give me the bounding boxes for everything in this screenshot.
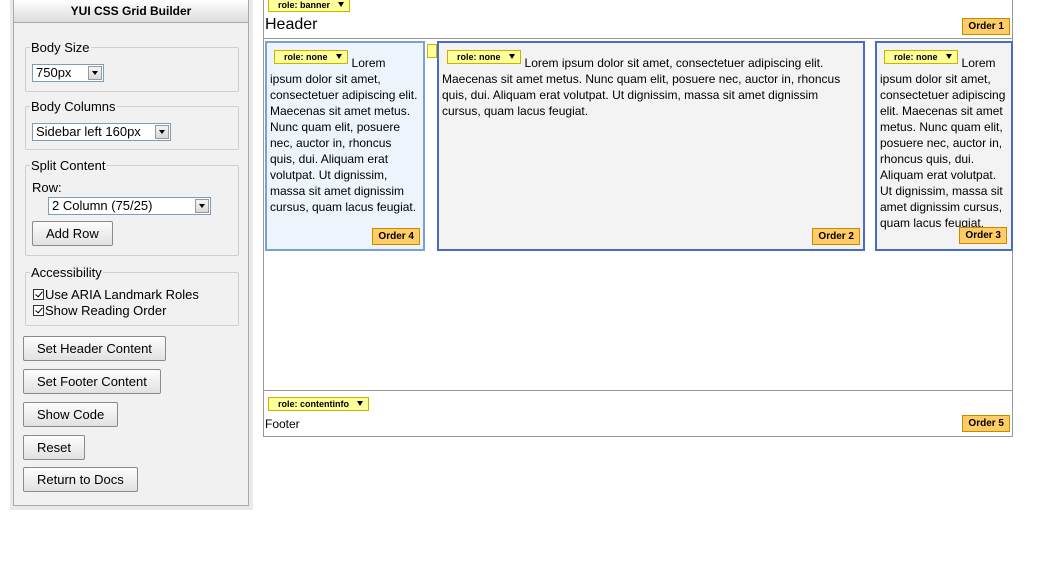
chevron-down-icon [195,199,209,213]
builder-panel: YUI CSS Grid Builder Body Size 750px Bod… [10,0,253,510]
reading-order-label: Show Reading Order [45,303,167,318]
accessibility-legend: Accessibility [31,265,102,280]
header-region[interactable]: role: banner Header Order 1 [264,0,1012,39]
header-order-badge: Order 1 [962,18,1010,35]
row-value: 2 Column (75/25) [52,198,153,213]
main-role-dropdown[interactable]: role: none [447,50,521,64]
header-role-label: role: banner [278,0,331,10]
right-unit[interactable]: role: none Lorem ipsum dolor sit amet, c… [875,41,1013,251]
aria-roles-checkbox[interactable]: Use ARIA Landmark Roles [33,287,199,302]
sidebar-order-badge: Order 4 [372,228,420,245]
body-columns-select[interactable]: Sidebar left 160px [32,123,171,141]
footer-role-label: role: contentinfo [278,399,349,409]
row-select[interactable]: 2 Column (75/25) [48,197,211,215]
chevron-down-icon [88,66,102,80]
caret-down-icon [945,54,952,59]
grid-canvas: role: banner Header Order 1 role: none L… [263,0,1013,437]
footer-order-badge: Order 5 [962,415,1010,432]
footer-region[interactable]: role: contentinfo Footer Order 5 [264,392,1012,436]
split-content-legend: Split Content [31,158,106,173]
set-header-button[interactable]: Set Header Content [23,336,166,361]
chevron-down-icon [155,125,169,139]
main-unit[interactable]: role: none Lorem ipsum dolor sit amet, c… [437,41,865,251]
body-columns-legend: Body Columns [31,99,116,114]
row-label: Row: [32,180,62,195]
checkbox-checked-icon [33,305,44,316]
aria-roles-label: Use ARIA Landmark Roles [45,287,199,302]
caret-down-icon [338,2,345,7]
main-role-label: role: none [457,52,501,62]
return-docs-button[interactable]: Return to Docs [23,467,138,492]
sidebar-unit[interactable]: role: none Lorem ipsum dolor sit amet, c… [265,41,425,251]
caret-down-icon [335,54,342,59]
footer-role-dropdown[interactable]: role: contentinfo [268,397,369,411]
main-order-badge: Order 2 [812,228,860,245]
footer-text: Footer [265,417,300,431]
row-role-tab[interactable] [427,44,437,58]
reading-order-checkbox[interactable]: Show Reading Order [33,303,166,318]
add-row-button[interactable]: Add Row [32,221,113,246]
show-code-button[interactable]: Show Code [23,402,119,427]
panel-title: YUI CSS Grid Builder [14,0,248,23]
caret-down-icon [508,54,515,59]
set-footer-button[interactable]: Set Footer Content [23,369,161,394]
right-text: Lorem ipsum dolor sit amet, consectetuer… [880,56,1006,230]
sidebar-text: Lorem ipsum dolor sit amet, consectetuer… [270,56,418,214]
body-size-value: 750px [36,65,72,80]
body-columns-value: Sidebar left 160px [36,124,141,139]
body-size-legend: Body Size [31,40,90,55]
caret-down-icon [357,401,363,406]
body-region: role: none Lorem ipsum dolor sit amet, c… [264,40,1013,391]
right-role-label: role: none [894,52,938,62]
sidebar-role-dropdown[interactable]: role: none [274,50,348,64]
checkbox-checked-icon [33,289,44,300]
right-role-dropdown[interactable]: role: none [884,50,958,64]
sidebar-role-label: role: none [284,52,328,62]
header-role-dropdown[interactable]: role: banner [268,0,351,12]
header-text: Header [265,16,318,33]
main-text: Lorem ipsum dolor sit amet, consectetuer… [442,56,841,118]
right-order-badge: Order 3 [959,227,1007,244]
reset-button[interactable]: Reset [23,435,85,460]
body-size-select[interactable]: 750px [32,64,104,82]
builder-panel-body: YUI CSS Grid Builder Body Size 750px Bod… [13,0,249,506]
